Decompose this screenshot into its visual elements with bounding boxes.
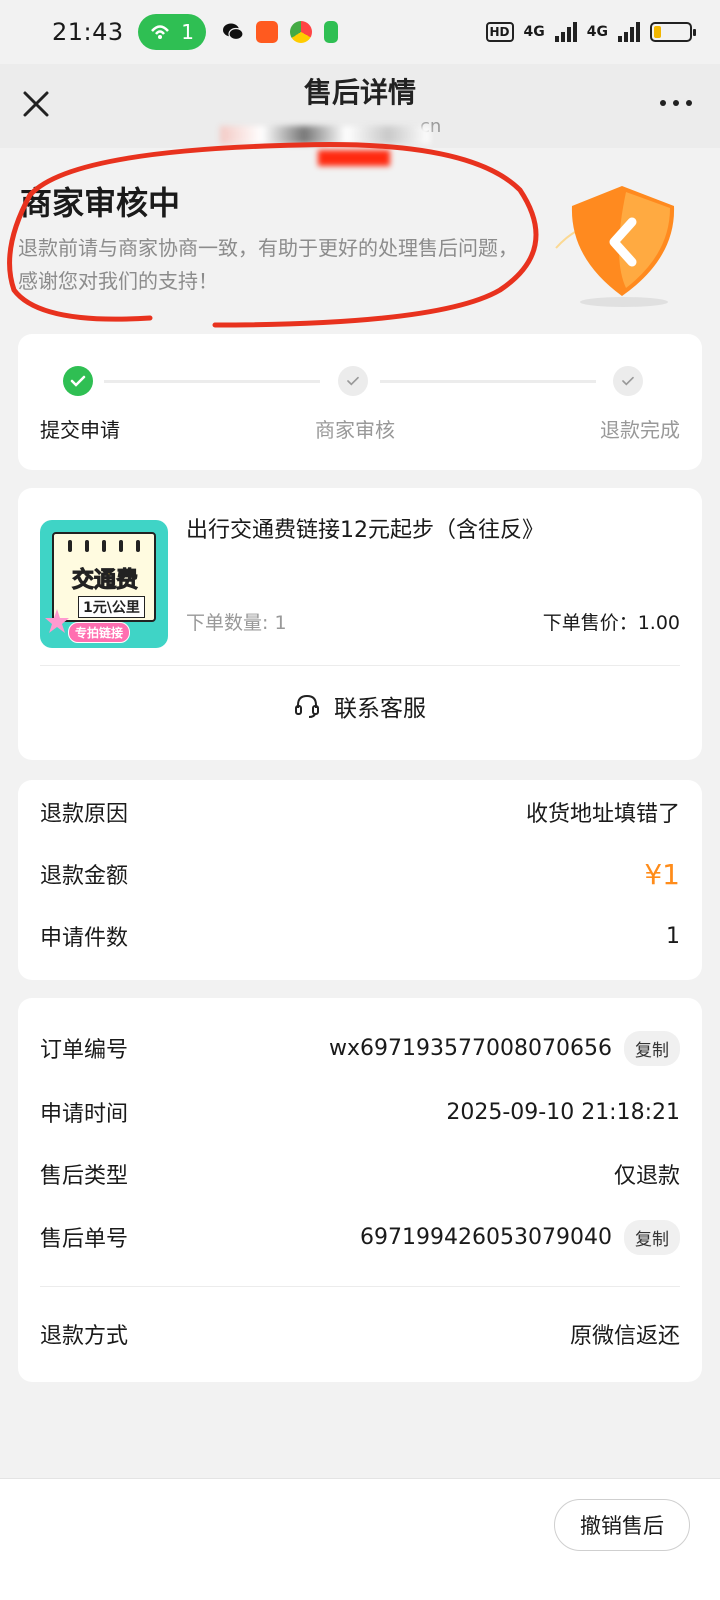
- step-line: [380, 380, 596, 383]
- step-2-check-icon: [338, 366, 368, 396]
- step-3-label: 退款完成: [600, 418, 680, 442]
- hotspot-icon: [151, 25, 170, 39]
- thumbnail-tag: 专拍链接: [68, 622, 131, 643]
- status-bar: 21:43 1 HD 4G 4G: [0, 0, 720, 64]
- notepad-rings: [68, 540, 140, 552]
- after-sale-number-value: 697199426053079040: [360, 1224, 612, 1250]
- status-time: 21:43: [52, 18, 124, 46]
- step-1-check-icon: [63, 366, 93, 396]
- divider: [40, 1286, 680, 1287]
- app-notification-icon: [255, 21, 278, 43]
- apply-time-row: 申请时间 2025-09-10 21:18:21: [40, 1092, 680, 1132]
- refund-reason-label: 退款原因: [40, 802, 129, 827]
- status-title: 商家审核中: [20, 184, 181, 222]
- close-icon[interactable]: [20, 88, 52, 120]
- after-sale-type-value: 仅退款: [613, 1164, 680, 1189]
- order-number-value: wx697193577008070656: [329, 1035, 612, 1061]
- refund-method-value: 原微信返还: [569, 1324, 680, 1349]
- order-number-group: wx697193577008070656 复制: [329, 1030, 680, 1066]
- order-number-row: 订单编号 wx697193577008070656 复制: [40, 1028, 680, 1068]
- apply-time-label: 申请时间: [40, 1102, 129, 1127]
- refund-method-row: 退款方式 原微信返还: [40, 1314, 680, 1354]
- thumbnail-title: 交通费: [71, 568, 139, 594]
- cancel-after-sale-button[interactable]: 撤销售后: [554, 1499, 690, 1551]
- battery-level: [654, 26, 661, 38]
- status-description: 退款前请与商家协商一致，有助于更好的处理售后问题，感谢您对我们的支持！: [18, 236, 518, 293]
- apply-count-row: 申请件数 1: [40, 916, 680, 956]
- copy-after-sale-number-button[interactable]: 复制: [624, 1219, 680, 1255]
- step-2-label: 商家审核: [315, 418, 395, 442]
- hotspot-count: 1: [181, 20, 195, 44]
- wechat-icon: [222, 23, 244, 41]
- product-name[interactable]: 出行交通费链接12元起步（含往反》: [186, 514, 686, 548]
- step-1-label: 提交申请: [40, 418, 120, 442]
- network-type-2: 4G: [586, 24, 608, 40]
- contact-service-label: 联系客服: [334, 696, 426, 722]
- network-type-1: 4G: [523, 24, 545, 40]
- bottom-action-bar: 撤销售后: [0, 1478, 720, 1600]
- signal-icon-2: [618, 22, 640, 42]
- hd-badge: HD: [485, 22, 514, 42]
- after-sale-type-row: 售后类型 仅退款: [40, 1154, 680, 1194]
- headset-icon: [295, 694, 319, 718]
- refund-reason-value: 收货地址填错了: [525, 802, 680, 827]
- progress-steps: 提交申请 商家审核 退款完成: [18, 334, 702, 470]
- refund-amount-label: 退款金额: [40, 864, 129, 889]
- refund-amount-value: ¥1: [644, 857, 680, 891]
- apply-count-value: 1: [666, 923, 680, 949]
- divider: [40, 665, 680, 666]
- page-title: 售后详情: [303, 76, 416, 109]
- after-sale-type-label: 售后类型: [40, 1164, 129, 1189]
- step-3-check-icon: [613, 366, 643, 396]
- battery-icon: [650, 22, 696, 42]
- apply-time-value: 2025-09-10 21:18:21: [446, 1099, 680, 1125]
- browser-icon: [289, 21, 312, 43]
- star-icon: [45, 609, 69, 633]
- refund-reason-row: 退款原因 收货地址填错了: [40, 792, 680, 832]
- nav-bar: 售后详情 cn: [0, 64, 720, 166]
- notification-icons: [222, 21, 338, 43]
- product-thumbnail[interactable]: 交通费 1元\公里 专拍链接: [40, 520, 168, 648]
- refund-method-label: 退款方式: [40, 1324, 129, 1349]
- apply-count-label: 申请件数: [40, 926, 129, 951]
- contact-service-button[interactable]: 联系客服: [18, 684, 702, 728]
- status-right: HD 4G 4G: [485, 22, 696, 42]
- more-options-icon[interactable]: [660, 100, 692, 106]
- order-number-label: 订单编号: [40, 1038, 129, 1063]
- copy-order-number-button[interactable]: 复制: [624, 1030, 680, 1066]
- step-line: [104, 380, 320, 383]
- thumbnail-rate: 1元\公里: [78, 596, 145, 618]
- hotspot-indicator[interactable]: 1: [137, 14, 206, 50]
- refund-info-card: 退款原因 收货地址填错了 退款金额 ¥1 申请件数 1: [18, 780, 702, 980]
- shield-return-icon: [555, 186, 675, 307]
- after-sale-number-row: 售后单号 697199426053079040 复制: [40, 1217, 680, 1257]
- redaction-blur: [220, 126, 430, 144]
- product-card: 交通费 1元\公里 专拍链接 出行交通费链接12元起步（含往反》 下单数量: 1…: [18, 488, 702, 760]
- refund-amount-row: 退款金额 ¥1: [40, 854, 680, 894]
- order-info-card: 订单编号 wx697193577008070656 复制 申请时间 2025-0…: [18, 998, 702, 1382]
- signal-icon: [554, 22, 577, 42]
- after-sale-number-label: 售后单号: [40, 1227, 129, 1252]
- product-price: 下单售价：1.00: [542, 612, 680, 634]
- product-quantity: 下单数量: 1: [186, 612, 287, 634]
- battery-saver-icon: [323, 21, 338, 43]
- status-header: 商家审核中 退款前请与商家协商一致，有助于更好的处理售后问题，感谢您对我们的支持…: [0, 148, 720, 328]
- after-sale-number-group: 697199426053079040 复制: [360, 1219, 680, 1255]
